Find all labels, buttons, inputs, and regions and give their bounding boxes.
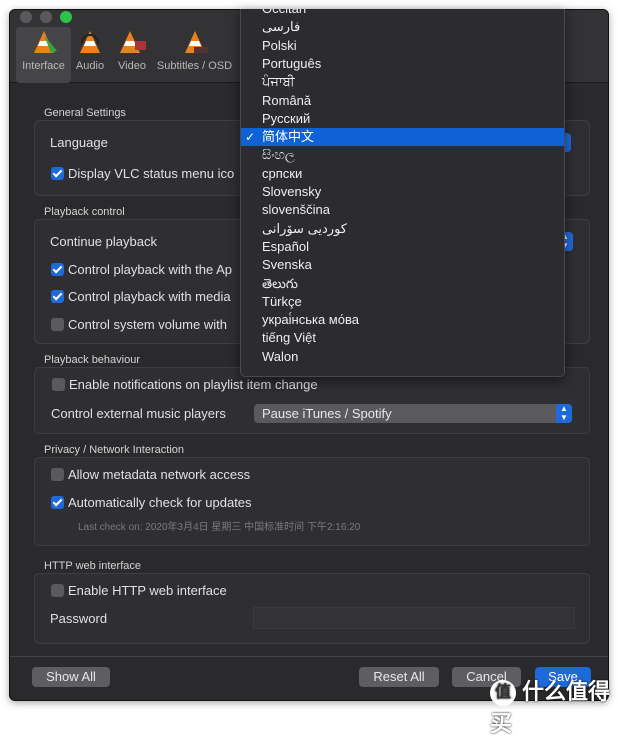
language-menu-item-label: српски (262, 165, 303, 181)
language-menu-item-label: 简体中文 (262, 129, 315, 145)
last-check-text: Last check on: 2020年3月4日 星期三 中国标准时间 下午2:… (78, 522, 361, 533)
minimize-window-button[interactable] (40, 11, 52, 23)
external-players-label: Control external music players (51, 406, 226, 421)
footer-divider (10, 656, 608, 657)
password-label: Password (50, 611, 108, 626)
language-menu-item-label: украі́нська мо́ва (262, 312, 359, 328)
updates-checkbox[interactable] (51, 496, 64, 509)
vlc-cone-headphones-icon (80, 31, 100, 53)
external-players-value: Pause iTunes / Spotify (262, 406, 392, 421)
language-menu-item-label: Polski (262, 37, 297, 53)
language-menu-item-label: Türkçe (262, 293, 302, 309)
playback-control-heading: Playback control (44, 206, 125, 218)
language-menu-item-label: Português (262, 55, 322, 71)
language-menu-item[interactable]: Русский (241, 110, 564, 128)
language-menu-item-label: کوردیی سۆرانی (262, 220, 347, 236)
language-menu-item-label: ਪੰਜਾਬੀ (262, 74, 295, 90)
http-heading: HTTP web interface (44, 560, 142, 572)
reset-all-button[interactable]: Reset All (359, 667, 439, 687)
language-menu-item-label: Română (262, 92, 312, 108)
language-menu-item-label: slovenščina (262, 202, 330, 218)
vlc-cone-interface-icon (33, 31, 57, 53)
zoom-window-button[interactable] (60, 11, 72, 23)
tab-subtitles-osd[interactable]: Subtitles / OSD (152, 27, 237, 83)
language-menu-item-label: Walon (262, 348, 299, 364)
notifications-checkbox[interactable] (52, 378, 65, 391)
updates-label: Automatically check for updates (68, 495, 252, 510)
notifications-label: Enable notifications on playlist item ch… (69, 377, 318, 392)
language-menu-item-label: Svenska (262, 257, 312, 273)
language-menu-item[interactable]: украі́нська мо́ва (241, 311, 564, 329)
language-menu-item[interactable]: tiếng Việt (241, 329, 564, 347)
enable-http-label: Enable HTTP web interface (68, 583, 227, 598)
language-menu-item-label: فارسی (262, 19, 301, 35)
language-menu-item[interactable]: slovenščina (241, 201, 564, 219)
language-dropdown-menu: Occitan فارسی Polski Português ਪੰਜਾਬੀ Română Р… (240, 9, 565, 377)
language-menu-item-label: Русский (262, 110, 311, 126)
external-players-select[interactable]: Pause iTunes / Spotify ▲ ▼ (254, 404, 572, 423)
system-volume-checkbox[interactable] (51, 318, 64, 331)
language-menu-item[interactable]: Türkçe (241, 293, 564, 311)
language-menu-item[interactable]: Walon (241, 348, 564, 366)
general-settings-heading: General Settings (44, 107, 126, 119)
language-menu-item[interactable]: Svenska (241, 256, 564, 274)
vlc-cone-film-icon (120, 31, 146, 53)
language-menu-item-label: తెలుగు (262, 275, 298, 291)
language-menu-item[interactable]: Occitan (241, 9, 564, 18)
metadata-checkbox[interactable] (51, 468, 64, 481)
tab-audio[interactable]: Audio (72, 27, 108, 83)
language-menu-item[interactable]: Slovensky (241, 183, 564, 201)
language-menu-item-label: සිංහල (262, 147, 295, 163)
language-menu-item[interactable]: ਪੰਜਾਬੀ (241, 73, 564, 91)
language-menu-item[interactable]: తెలుగు (241, 275, 564, 293)
metadata-label: Allow metadata network access (68, 467, 251, 482)
show-all-button[interactable]: Show All (32, 667, 110, 687)
language-menu-item[interactable]: کوردیی سۆرانی (241, 220, 564, 238)
language-menu-item-label: Slovensky (262, 184, 322, 199)
language-menu-item[interactable]: Português (241, 55, 564, 73)
media-keys-label: Control playback with media (68, 289, 231, 304)
tab-video[interactable]: Video (112, 27, 152, 83)
language-menu-item[interactable]: српски (241, 165, 564, 183)
language-menu-item[interactable]: Polski (241, 37, 564, 55)
privacy-heading: Privacy / Network Interaction (44, 444, 184, 456)
vlc-cone-subtitles-icon (184, 31, 208, 53)
language-menu-item[interactable]: ✓ 简体中文 (241, 128, 564, 147)
language-menu-item-label: Español (262, 238, 309, 254)
language-menu-item-label: Occitan (262, 9, 306, 16)
watermark-logo: 值什么值得买 (490, 679, 611, 737)
apple-remote-checkbox[interactable] (51, 263, 64, 276)
language-menu-item[interactable]: Español (241, 238, 564, 256)
display-status-icon-label: Display VLC status menu ico (68, 166, 235, 181)
password-input[interactable] (253, 607, 575, 629)
media-keys-checkbox[interactable] (51, 290, 64, 303)
display-status-icon-checkbox[interactable] (51, 167, 64, 180)
enable-http-checkbox[interactable] (51, 584, 64, 597)
checkmark-icon: ✓ (245, 130, 256, 145)
playback-behaviour-heading: Playback behaviour (44, 354, 141, 366)
language-menu-item[interactable]: فارسی (241, 18, 564, 36)
language-menu-item[interactable]: සිංහල (241, 146, 564, 164)
language-label: Language (50, 135, 108, 150)
language-menu-item-label: tiếng Việt (262, 330, 316, 346)
continue-playback-label: Continue playback (50, 234, 157, 249)
apple-remote-label: Control playback with the Ap (68, 262, 233, 277)
stepper-icon: ▲▼ (556, 404, 572, 423)
close-window-button[interactable] (20, 11, 32, 23)
language-menu-item[interactable]: Română (241, 92, 564, 110)
tab-interface[interactable]: Interface (16, 27, 71, 83)
system-volume-label: Control system volume with (68, 317, 227, 332)
